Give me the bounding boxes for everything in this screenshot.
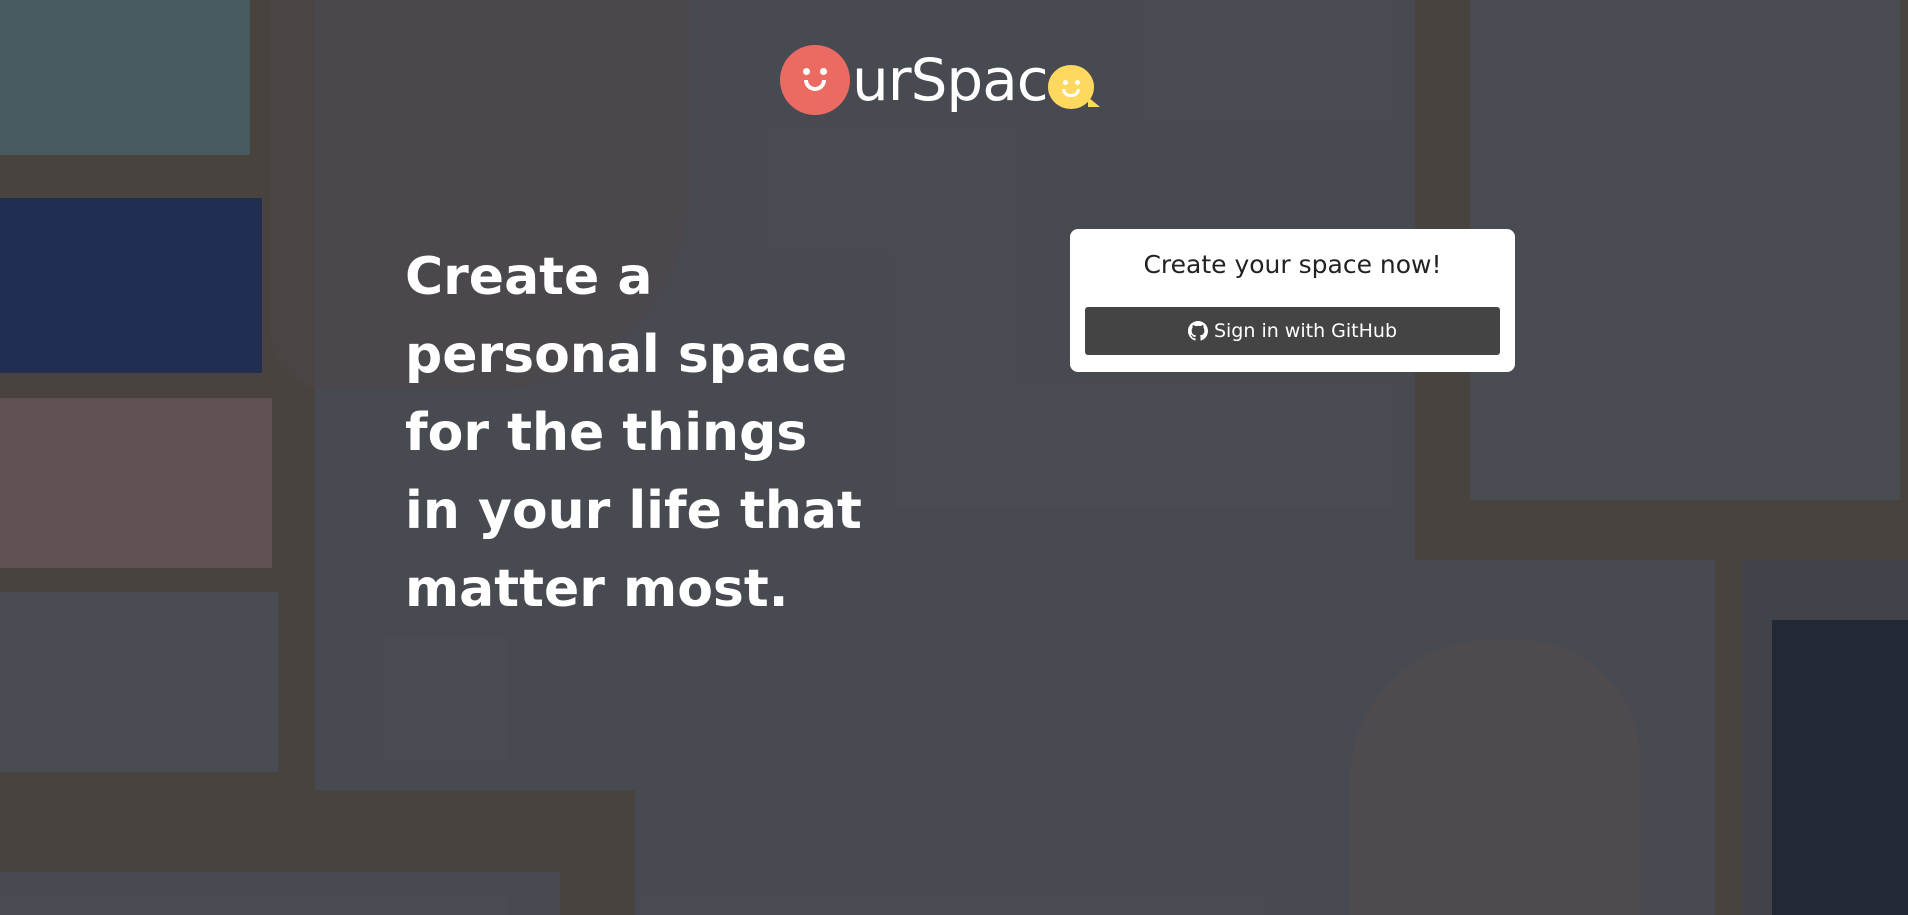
- dark-overlay: [0, 0, 1908, 915]
- logo-text: urSpac: [852, 46, 1049, 114]
- github-signin-label: Sign in with GitHub: [1213, 320, 1398, 342]
- github-signin-button[interactable]: Sign in with GitHub: [1085, 307, 1500, 355]
- ourspace-logo: urSpac: [780, 40, 1100, 120]
- signin-title: Create your space now!: [1143, 250, 1442, 279]
- landing-page: urSpac Create a personal space for the t…: [0, 0, 1908, 915]
- speech-bubble-smiley-icon: [1047, 65, 1100, 109]
- background-image: [0, 0, 1908, 915]
- hero-tagline: Create a personal space for the things i…: [405, 247, 862, 619]
- smiley-face-icon: [780, 45, 850, 115]
- github-icon: [1187, 321, 1208, 341]
- signin-card: Create your space now! Sign in with GitH…: [1070, 229, 1515, 372]
